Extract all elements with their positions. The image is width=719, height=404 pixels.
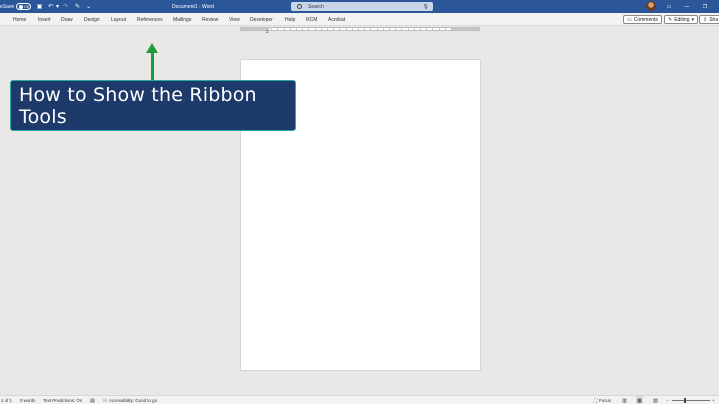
pencil-icon: ✎	[668, 16, 673, 23]
comments-label: Comments	[633, 16, 658, 23]
horizontal-ruler[interactable]	[240, 27, 480, 31]
ribbon-tab-row: Home Insert Draw Design Layout Reference…	[0, 13, 719, 26]
accessibility-icon: ⚇	[103, 397, 107, 403]
save-icon[interactable]: ▣	[35, 0, 44, 13]
zoom-in-icon[interactable]: +	[712, 396, 715, 404]
tab-home[interactable]: Home	[13, 13, 26, 26]
ruler-right-margin	[451, 28, 479, 30]
share-label: Sha	[709, 16, 719, 23]
search-icon	[297, 4, 302, 9]
tab-layout[interactable]: Layout	[111, 13, 126, 26]
share-button[interactable]: ⇪ Sha	[699, 15, 719, 24]
focus-button[interactable]: ⛶ Focus	[594, 396, 611, 404]
callout-text: How to Show the Ribbon Tools	[19, 83, 257, 128]
zoom-out-icon[interactable]: −	[666, 396, 669, 404]
read-mode-icon[interactable]: ▥	[621, 396, 628, 404]
tab-help[interactable]: Help	[285, 13, 295, 26]
tab-mailings[interactable]: Mailings	[173, 13, 191, 26]
autosave-label: eSave	[0, 3, 15, 10]
tab-review[interactable]: Review	[202, 13, 218, 26]
microphone-icon[interactable]: 🎙	[423, 4, 429, 10]
comments-button[interactable]: ▭ Comments	[623, 15, 662, 24]
callout-banner: How to Show the Ribbon Tools	[10, 80, 296, 131]
tab-design[interactable]: Design	[84, 13, 100, 26]
autosave-toggle[interactable]: Off	[16, 3, 31, 10]
zoom-slider-thumb[interactable]	[684, 398, 686, 403]
document-title: Document1 - Word	[172, 3, 214, 10]
text-predictions[interactable]: Text Predictions: On	[43, 396, 82, 404]
tab-references[interactable]: References	[137, 13, 163, 26]
word-count[interactable]: 0 words	[20, 396, 35, 404]
tab-rcm[interactable]: RCM	[306, 13, 317, 26]
print-layout-icon[interactable]: ▦	[636, 396, 643, 404]
page-indicator[interactable]: 1 of 1	[1, 396, 12, 404]
tab-developer[interactable]: Developer	[250, 13, 273, 26]
focus-icon: ⛶	[594, 398, 598, 403]
tab-view[interactable]: View	[229, 13, 240, 26]
search-placeholder: Search	[308, 3, 324, 10]
accessibility-status[interactable]: ⚇ Accessibility: Good to go	[103, 396, 157, 404]
customize-toolbar-icon[interactable]: ⌄	[84, 0, 93, 13]
autosave-state: Off	[24, 4, 29, 9]
draw-pen-icon[interactable]: ✎	[73, 0, 82, 13]
accessibility-label: Accessibility: Good to go	[108, 398, 158, 403]
web-layout-icon[interactable]: ▧	[652, 396, 659, 404]
redo-icon[interactable]: ↷	[61, 0, 70, 13]
tab-acrobat[interactable]: Acrobat	[328, 13, 345, 26]
search-box[interactable]: Search 🎙	[291, 2, 433, 11]
minimize-icon[interactable]: —	[682, 0, 692, 13]
title-bar: eSave Off ▣ ↶ ▾ ↷ ✎ ⌄ Document1 - Word S…	[0, 0, 719, 13]
ruler-left-margin	[241, 28, 269, 30]
arrow-shaft	[151, 52, 154, 81]
focus-label: Focus	[599, 398, 612, 403]
editing-label: Editing	[674, 16, 690, 23]
toggle-knob	[19, 4, 23, 9]
chevron-down-icon: ▾	[691, 16, 695, 23]
tab-insert[interactable]: Insert	[38, 13, 51, 26]
restore-icon[interactable]: ❐	[700, 0, 710, 13]
account-avatar[interactable]	[646, 1, 656, 11]
zoom-slider-track[interactable]	[672, 400, 710, 401]
share-icon: ⇪	[703, 16, 708, 23]
ribbon-display-options-icon[interactable]: ▭	[664, 0, 674, 13]
indent-marker-icon[interactable]: ⧖	[266, 29, 269, 34]
status-bar: 1 of 1 0 words Text Predictions: On ▤ ⚇ …	[0, 395, 719, 404]
editing-mode-button[interactable]: ✎ Editing ▾	[664, 15, 699, 24]
tab-draw[interactable]: Draw	[61, 13, 73, 26]
proofing-icon[interactable]: ▤	[89, 396, 96, 404]
comment-icon: ▭	[627, 16, 632, 23]
